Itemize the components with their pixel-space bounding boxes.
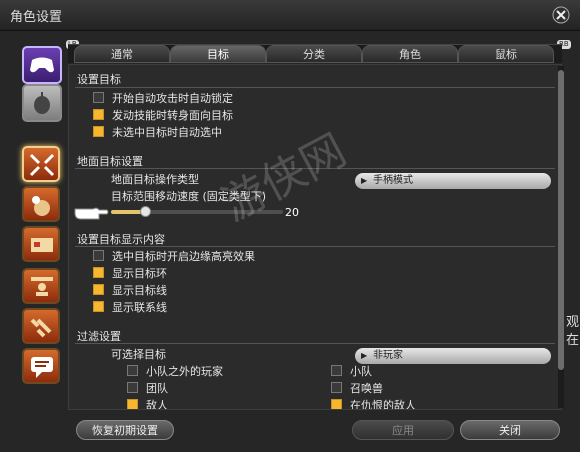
scrollbar[interactable]	[558, 66, 564, 408]
checkbox[interactable]	[331, 399, 342, 409]
option-target-line[interactable]: 显示目标线	[93, 284, 167, 300]
divider	[75, 168, 555, 169]
section-display-heading: 设置目标显示内容	[77, 233, 165, 246]
checkbox[interactable]	[93, 250, 104, 261]
section-filter-heading: 过滤设置	[77, 330, 121, 343]
category-chat-button[interactable]	[22, 348, 60, 384]
chat-icon	[31, 357, 53, 378]
mouse-mode-button[interactable]	[22, 84, 62, 122]
gamepad-mode-button[interactable]	[22, 46, 62, 84]
divider	[75, 87, 555, 88]
dropdown-arrow-icon: ▶	[361, 176, 368, 185]
bag-icon	[32, 196, 50, 216]
ground-op-label: 地面目标操作类型	[111, 173, 199, 186]
title-bar[interactable]: 角色设置	[0, 0, 580, 31]
reset-defaults-button[interactable]: 恢复初期设置	[76, 420, 174, 440]
checkbox[interactable]	[93, 267, 104, 278]
category-card-button[interactable]	[22, 226, 60, 262]
option-auto-lock[interactable]: 开始自动攻击时自动锁定	[93, 92, 233, 108]
divider	[75, 246, 555, 247]
crosshair-icon	[29, 153, 55, 177]
option-face-target[interactable]: 发动技能时转身面向目标	[93, 109, 233, 125]
checkbox[interactable]	[93, 301, 104, 312]
option-edge-highlight[interactable]: 选中目标时开启边缘高亮效果	[93, 250, 255, 266]
checkbox[interactable]	[127, 382, 138, 393]
pointing-hand-icon	[74, 207, 109, 220]
category-items-button[interactable]	[22, 186, 60, 222]
category-links-button[interactable]	[22, 308, 60, 344]
apply-button[interactable]: 应用	[352, 420, 454, 440]
filter-summons[interactable]: 召唤兽	[331, 382, 383, 398]
tab-character[interactable]: 角色	[362, 45, 458, 63]
tab-category[interactable]: 分类	[266, 45, 362, 63]
filter-aggro-enemy[interactable]: 在仇恨的敌人	[331, 399, 416, 409]
checkbox[interactable]	[127, 399, 138, 409]
window-title: 角色设置	[10, 10, 63, 25]
character-icon	[31, 277, 53, 296]
tab-bar: 通常 目标 分类 角色 鼠标	[68, 44, 562, 63]
category-rail	[22, 46, 62, 446]
checkbox[interactable]	[331, 382, 342, 393]
close-button[interactable]: 关闭	[460, 420, 560, 440]
checkbox[interactable]	[93, 109, 104, 120]
gamepad-icon	[30, 57, 54, 73]
section-ground-heading: 地面目标设置	[77, 155, 143, 168]
card-icon	[31, 238, 53, 252]
section-target-heading: 设置目标	[77, 73, 121, 86]
checkbox[interactable]	[93, 92, 104, 103]
slider-handle[interactable]	[140, 206, 152, 217]
tab-mouse[interactable]: 鼠标	[458, 45, 554, 63]
option-target-ring[interactable]: 显示目标环	[93, 267, 167, 283]
option-link-line[interactable]: 显示联系线	[93, 301, 167, 317]
scrollbar-thumb[interactable]	[558, 70, 564, 370]
tab-general[interactable]: 通常	[74, 45, 170, 63]
filter-non-party[interactable]: 小队之外的玩家	[127, 365, 223, 381]
speed-slider[interactable]	[111, 206, 283, 217]
checkbox[interactable]	[93, 126, 104, 137]
close-icon[interactable]	[552, 6, 570, 24]
filter-party[interactable]: 小队	[331, 365, 372, 381]
filter-raid[interactable]: 团队	[127, 382, 168, 398]
ground-op-dropdown[interactable]: ▶ 手柄模式	[355, 173, 551, 189]
checkbox[interactable]	[93, 284, 104, 295]
option-auto-select[interactable]: 未选中目标时自动选中	[93, 126, 222, 142]
category-character-button[interactable]	[22, 268, 60, 304]
mouse-icon	[34, 92, 50, 114]
speed-label: 目标范围移动速度 (固定类型下)	[111, 190, 267, 203]
category-target-button[interactable]	[22, 146, 60, 182]
filter-enemy[interactable]: 敌人	[127, 399, 168, 409]
checkbox[interactable]	[127, 365, 138, 376]
chain-icon	[30, 318, 52, 338]
settings-panel: 设置目标 开始自动攻击时自动锁定 发动技能时转身面向目标 未选中目标时自动选中 …	[68, 64, 562, 410]
checkbox[interactable]	[331, 365, 342, 376]
speed-value: 20	[285, 206, 299, 219]
dropdown-arrow-icon: ▶	[361, 351, 368, 360]
selectable-dropdown[interactable]: ▶ 非玩家	[355, 348, 551, 364]
tab-target[interactable]: 目标	[170, 45, 266, 63]
right-edge-text: 观 在	[566, 315, 580, 348]
selectable-label: 可选择目标	[111, 348, 166, 361]
settings-window: 角色设置 RB 通常 目标 分类 角色 鼠标 设置目标 开始自动攻击时自动锁定 …	[0, 0, 580, 452]
divider	[75, 343, 555, 344]
